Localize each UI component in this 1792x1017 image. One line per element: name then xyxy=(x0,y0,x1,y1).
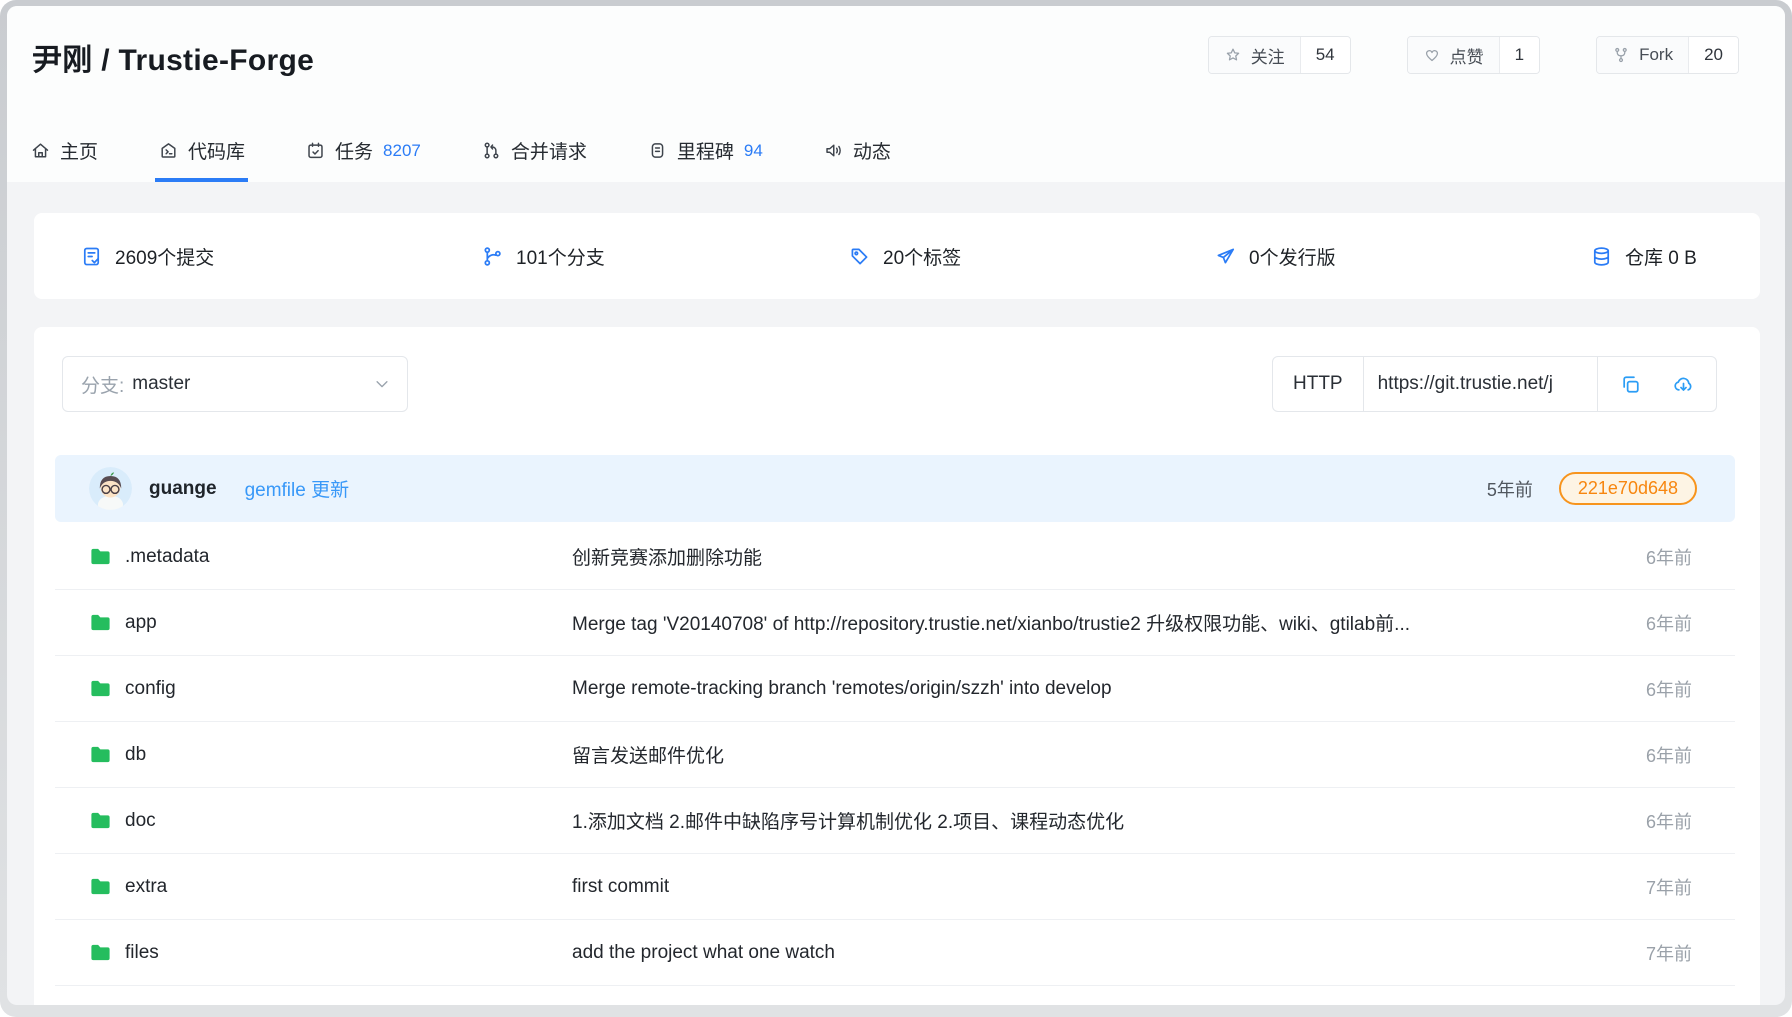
tab-repository[interactable]: 代码库 xyxy=(155,137,248,182)
folder-icon xyxy=(89,875,112,898)
file-name[interactable]: .metadata xyxy=(125,546,210,568)
file-commit-message[interactable]: 留言发送邮件优化 xyxy=(572,741,1595,768)
watch-button[interactable]: 关注 54 xyxy=(1208,36,1351,74)
file-row-metadata[interactable]: .metadata 创新竞赛添加删除功能 6年前 xyxy=(55,524,1735,590)
fork-label: Fork xyxy=(1639,45,1673,65)
repo-icon xyxy=(158,140,179,161)
file-commit-time: 6年前 xyxy=(1646,610,1692,636)
file-commit-time: 7年前 xyxy=(1646,940,1692,966)
praise-label: 点赞 xyxy=(1450,43,1484,68)
stat-tags[interactable]: 20个标签 xyxy=(848,213,961,299)
stat-commits[interactable]: 2609个提交 xyxy=(80,213,214,299)
heart-icon xyxy=(1423,46,1441,64)
repo-action-buttons: 关注 54 点赞 1 Fork 20 xyxy=(1208,36,1739,74)
file-name[interactable]: extra xyxy=(125,876,167,898)
commit-time: 5年前 xyxy=(1487,476,1533,502)
file-row-db[interactable]: db 留言发送邮件优化 6年前 xyxy=(55,722,1735,788)
release-icon xyxy=(1214,245,1237,268)
branch-selector-value: master xyxy=(132,373,190,395)
app-window: 尹刚 / Trustie-Forge 关注 54 点赞 1 Fork xyxy=(7,6,1785,1005)
tab-milestones[interactable]: 里程碑 94 xyxy=(644,137,766,182)
avatar[interactable] xyxy=(89,467,132,510)
milestone-icon xyxy=(647,140,668,161)
file-name[interactable]: files xyxy=(125,942,159,964)
tab-activity[interactable]: 动态 xyxy=(820,137,894,182)
clone-url-input[interactable] xyxy=(1364,357,1598,411)
tab-issues[interactable]: 任务 8207 xyxy=(302,137,424,182)
file-commit-time: 6年前 xyxy=(1646,742,1692,768)
file-row-files[interactable]: files add the project what one watch 7年前 xyxy=(55,920,1735,986)
fork-count[interactable]: 20 xyxy=(1688,37,1738,73)
page-header: 尹刚 / Trustie-Forge 关注 54 点赞 1 Fork xyxy=(7,6,1785,182)
file-name[interactable]: app xyxy=(125,612,157,634)
activity-icon xyxy=(823,140,844,161)
home-icon xyxy=(30,140,51,161)
file-name[interactable]: config xyxy=(125,678,176,700)
commit-hash-badge[interactable]: 221e70d648 xyxy=(1559,472,1697,505)
pull-request-icon xyxy=(481,140,502,161)
fork-button[interactable]: Fork 20 xyxy=(1596,36,1739,74)
repo-stats-bar: 2609个提交 101个分支 20个标签 0个发行版 仓库 0 B xyxy=(34,213,1760,299)
folder-icon xyxy=(89,941,112,964)
tab-home[interactable]: 主页 xyxy=(27,137,101,182)
star-icon xyxy=(1224,46,1242,64)
file-commit-time: 6年前 xyxy=(1646,544,1692,570)
watch-label: 关注 xyxy=(1251,43,1285,68)
file-name[interactable]: doc xyxy=(125,810,156,832)
cloud-download-icon[interactable] xyxy=(1672,373,1695,396)
page-title: 尹刚 / Trustie-Forge xyxy=(32,35,314,79)
copy-icon[interactable] xyxy=(1619,373,1642,396)
fork-icon xyxy=(1612,46,1630,64)
clone-url-group: HTTP xyxy=(1272,356,1717,412)
repository-panel: 分支: master HTTP xyxy=(34,327,1760,1005)
repo-nav-tabs: 主页 代码库 任务 8207 合并请求 里程碑 94 动态 xyxy=(27,137,894,182)
file-commit-message[interactable]: Merge remote-tracking branch 'remotes/or… xyxy=(572,678,1595,700)
file-commit-message[interactable]: Merge tag 'V20140708' of http://reposito… xyxy=(572,609,1595,636)
stat-branches[interactable]: 101个分支 xyxy=(481,213,605,299)
file-commit-time: 6年前 xyxy=(1646,808,1692,834)
branch-icon xyxy=(481,245,504,268)
protocol-switch[interactable]: HTTP xyxy=(1273,357,1364,411)
file-row-doc[interactable]: doc 1.添加文档 2.邮件中缺陷序号计算机制优化 2.项目、课程动态优化 6… xyxy=(55,788,1735,854)
file-row-partial[interactable] xyxy=(55,986,1735,1005)
watch-count[interactable]: 54 xyxy=(1300,37,1350,73)
praise-button[interactable]: 点赞 1 xyxy=(1407,36,1540,74)
tab-issues-count: 8207 xyxy=(383,141,421,161)
folder-icon xyxy=(89,677,112,700)
chevron-down-icon xyxy=(373,375,391,393)
file-row-app[interactable]: app Merge tag 'V20140708' of http://repo… xyxy=(55,590,1735,656)
stat-repo-size[interactable]: 仓库 0 B xyxy=(1590,213,1697,299)
file-table: .metadata 创新竞赛添加删除功能 6年前 app Merge tag '… xyxy=(55,524,1735,1005)
avatar-image xyxy=(89,467,132,510)
tag-icon xyxy=(848,245,871,268)
file-row-config[interactable]: config Merge remote-tracking branch 'rem… xyxy=(55,656,1735,722)
folder-icon xyxy=(89,545,112,568)
folder-icon xyxy=(89,743,112,766)
tasks-icon xyxy=(305,140,326,161)
file-commit-time: 6年前 xyxy=(1646,676,1692,702)
branch-selector-label: 分支: xyxy=(81,371,124,398)
file-commit-message[interactable]: first commit xyxy=(572,876,1595,898)
branch-selector[interactable]: 分支: master xyxy=(62,356,408,412)
tab-milestones-count: 94 xyxy=(744,141,763,161)
latest-commit-bar: guange gemfile 更新 5年前 221e70d648 xyxy=(55,455,1735,522)
folder-icon xyxy=(89,611,112,634)
commit-author[interactable]: guange xyxy=(149,478,217,500)
file-name[interactable]: db xyxy=(125,744,146,766)
folder-icon xyxy=(89,809,112,832)
commits-icon xyxy=(80,245,103,268)
window-frame: 尹刚 / Trustie-Forge 关注 54 点赞 1 Fork xyxy=(0,0,1792,1017)
stat-releases[interactable]: 0个发行版 xyxy=(1214,213,1336,299)
praise-count[interactable]: 1 xyxy=(1499,37,1539,73)
file-commit-message[interactable]: 1.添加文档 2.邮件中缺陷序号计算机制优化 2.项目、课程动态优化 xyxy=(572,807,1595,834)
tab-pull-requests[interactable]: 合并请求 xyxy=(478,137,590,182)
database-icon xyxy=(1590,245,1613,268)
file-commit-message[interactable]: 创新竞赛添加删除功能 xyxy=(572,543,1595,570)
commit-message-link[interactable]: gemfile 更新 xyxy=(245,475,350,502)
file-commit-message[interactable]: add the project what one watch xyxy=(572,942,1595,964)
file-commit-time: 7年前 xyxy=(1646,874,1692,900)
file-row-extra[interactable]: extra first commit 7年前 xyxy=(55,854,1735,920)
